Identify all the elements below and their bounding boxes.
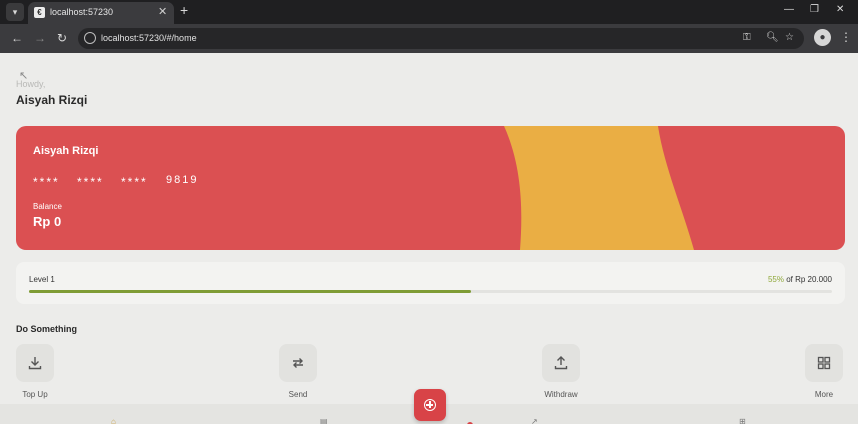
bookmark-star-icon[interactable]: ☆ bbox=[785, 32, 794, 43]
send-button[interactable]: Send bbox=[268, 344, 328, 399]
close-tab-icon[interactable]: ✕ bbox=[158, 5, 167, 18]
browser-tab-bar: ▾ € localhost:57230 ✕ + — ❐ ✕ bbox=[0, 0, 858, 24]
history-nav-icon[interactable]: ▤ bbox=[320, 417, 330, 424]
greeting-text: Howdy, bbox=[16, 79, 46, 89]
upload-icon bbox=[542, 344, 580, 382]
home-nav-icon[interactable]: ⌂ bbox=[111, 417, 121, 424]
action-label: Withdraw bbox=[544, 390, 578, 399]
more-button[interactable]: More bbox=[794, 344, 854, 399]
level-progress-track bbox=[29, 290, 832, 293]
card-holder-name: Aisyah Rizqi bbox=[33, 145, 99, 157]
action-label: Send bbox=[288, 390, 308, 399]
level-goal: 55% of Rp 20.000 bbox=[768, 275, 832, 284]
site-info-icon[interactable] bbox=[84, 32, 96, 44]
browser-toolbar: ← → ↻ localhost:57230/#/home ⚿ 🔍︎ ☆ ● ⋮ bbox=[0, 24, 858, 53]
forward-icon[interactable]: → bbox=[34, 31, 46, 45]
url-text: localhost:57230/#/home bbox=[101, 33, 197, 43]
balance-value: Rp 0 bbox=[33, 214, 62, 229]
level-progress-panel: Level 1 55% of Rp 20.000 bbox=[16, 262, 845, 304]
balance-card[interactable]: Aisyah Rizqi **** **** **** 9819 Balance… bbox=[16, 126, 845, 250]
zoom-icon[interactable]: 🔍︎ bbox=[766, 32, 779, 43]
close-window-icon[interactable]: ✕ bbox=[836, 4, 844, 15]
level-progress-fill bbox=[29, 290, 471, 293]
card-mask-group: **** bbox=[33, 175, 60, 189]
profile-icon[interactable]: ● bbox=[814, 29, 831, 46]
card-mask-group: **** bbox=[77, 175, 104, 189]
grid-icon bbox=[805, 344, 843, 382]
stats-nav-icon[interactable]: ↗ bbox=[531, 417, 541, 424]
action-label: More bbox=[814, 390, 834, 399]
level-goal-text: of Rp 20.000 bbox=[786, 275, 832, 284]
card-mask-group: **** bbox=[121, 175, 148, 189]
favicon-icon: € bbox=[34, 7, 45, 18]
menu-kebab-icon[interactable]: ⋮ bbox=[840, 30, 852, 44]
tab-title: localhost:57230 bbox=[50, 7, 114, 17]
action-label: Top Up bbox=[22, 390, 48, 399]
actions-section-title: Do Something bbox=[16, 324, 77, 334]
download-icon bbox=[16, 344, 54, 382]
reload-icon[interactable]: ↻ bbox=[57, 31, 67, 45]
user-name: Aisyah Rizqi bbox=[16, 93, 88, 107]
level-percent: 55% bbox=[767, 275, 784, 284]
level-name: Level 1 bbox=[29, 275, 55, 284]
restore-icon[interactable]: ❐ bbox=[810, 4, 819, 15]
withdraw-button[interactable]: Withdraw bbox=[531, 344, 591, 399]
plus-circle-icon bbox=[424, 399, 436, 411]
password-key-icon[interactable]: ⚿ bbox=[743, 32, 751, 43]
browser-tab[interactable]: € localhost:57230 ✕ bbox=[28, 2, 174, 24]
back-icon[interactable]: ← bbox=[11, 31, 23, 45]
repeat-icon bbox=[279, 344, 317, 382]
balance-label: Balance bbox=[33, 202, 62, 211]
minimize-icon[interactable]: — bbox=[784, 4, 794, 15]
gift-nav-icon[interactable]: ⊞ bbox=[739, 417, 749, 424]
top-up-button[interactable]: Top Up bbox=[5, 344, 65, 399]
card-last-digits: 9819 bbox=[166, 174, 199, 186]
app-home: ↖ Howdy, Aisyah Rizqi Aisyah Rizqi **** … bbox=[0, 53, 858, 424]
address-bar[interactable]: localhost:57230/#/home ⚿ 🔍︎ ☆ bbox=[78, 28, 804, 49]
new-tab-icon[interactable]: + bbox=[180, 2, 188, 18]
tab-search-button[interactable]: ▾ bbox=[6, 3, 24, 21]
add-fab-button[interactable] bbox=[414, 389, 446, 421]
